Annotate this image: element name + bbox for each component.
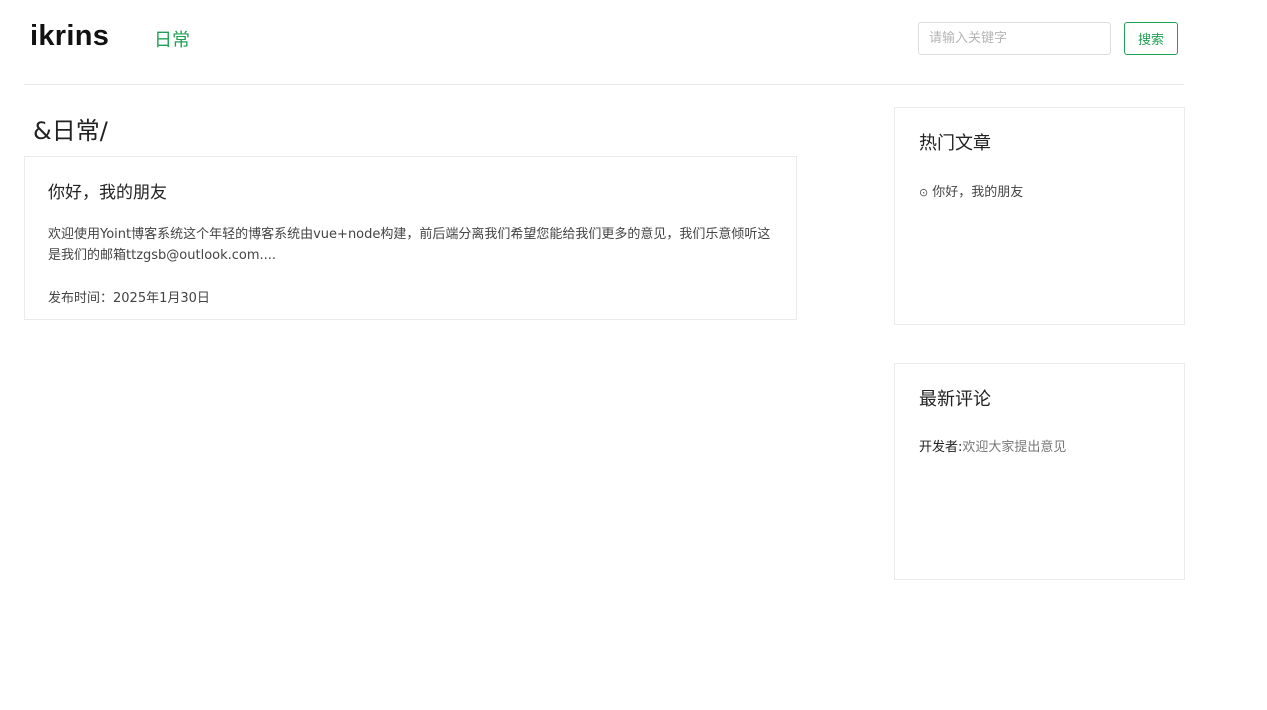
comment-item[interactable]: 开发者:欢迎大家提出意见 [919, 436, 1066, 455]
hot-articles-title: 热门文章 [919, 133, 991, 154]
search-button[interactable]: 搜索 [1124, 22, 1178, 55]
hot-article-item[interactable]: ⊙ 你好，我的朋友 [919, 181, 1023, 200]
post-date: 发布时间：2025年1月30日 [48, 291, 210, 306]
header: ikrins 日常 搜索 [24, 0, 1184, 85]
hot-articles-widget: 热门文章 ⊙ 你好，我的朋友 [894, 107, 1185, 325]
site-logo[interactable]: ikrins [30, 20, 109, 53]
post-excerpt: 欢迎使用Yoint博客系统这个年轻的博客系统由vue+node构建，前后端分离我… [48, 227, 771, 263]
circle-dot-icon: ⊙ [919, 186, 929, 199]
search-input[interactable] [918, 22, 1111, 55]
latest-comments-widget: 最新评论 开发者:欢迎大家提出意见 [894, 363, 1185, 580]
comment-text[interactable]: 欢迎大家提出意见 [962, 440, 1066, 455]
hot-article-label[interactable]: 你好，我的朋友 [932, 185, 1023, 200]
post-card[interactable]: 你好，我的朋友 欢迎使用Yoint博客系统这个年轻的博客系统由vue+node构… [24, 156, 797, 320]
comment-author: 开发者: [919, 440, 963, 455]
category-title: &日常/ [33, 117, 108, 145]
post-title[interactable]: 你好，我的朋友 [48, 178, 167, 203]
page: ikrins 日常 搜索 &日常/ 你好，我的朋友 欢迎使用Yoint博客系统这… [0, 0, 1267, 710]
nav-item-daily[interactable]: 日常 [154, 26, 190, 52]
latest-comments-title: 最新评论 [919, 389, 991, 410]
